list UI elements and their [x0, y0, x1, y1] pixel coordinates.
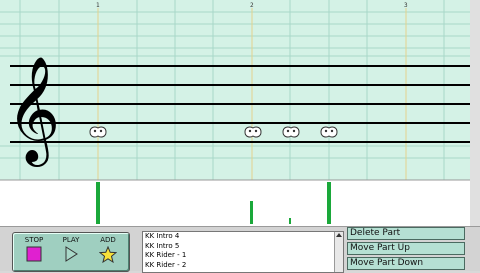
velocity-lane[interactable] [0, 180, 470, 226]
velocity-bar[interactable] [250, 201, 253, 224]
measure-number: 3 [404, 2, 408, 9]
move-part-down-button[interactable]: Move Part Down [347, 257, 465, 270]
scroll-up-arrow-icon[interactable] [336, 233, 342, 237]
play-icon [65, 246, 78, 262]
delete-part-button[interactable]: Delete Part [347, 227, 465, 240]
note[interactable] [89, 126, 107, 138]
note[interactable] [282, 126, 300, 138]
list-scrollbar[interactable] [334, 232, 343, 272]
list-item[interactable]: KK Intro 5 [145, 242, 343, 252]
velocity-bar[interactable] [96, 182, 100, 224]
stop-icon [26, 246, 42, 262]
list-item[interactable]: KK Rider - 2 [145, 261, 343, 271]
measure-number: 2 [250, 2, 254, 9]
stop-button[interactable]: STOP [17, 236, 51, 269]
list-item[interactable]: KK Intro 4 [145, 232, 343, 242]
list-item[interactable]: KK Rider - 1 [145, 251, 343, 261]
star-icon [99, 246, 117, 263]
transport-controls: STOP PLAY ADD [12, 232, 130, 272]
part-list[interactable]: KK Intro 4 KK Intro 5 KK Rider - 1 KK Ri… [142, 231, 344, 273]
treble-clef-icon: 𝄞 [6, 55, 60, 167]
stop-label: STOP [24, 236, 44, 244]
note[interactable] [244, 126, 262, 138]
note[interactable] [320, 126, 338, 138]
velocity-bar[interactable] [327, 182, 331, 224]
move-part-up-button[interactable]: Move Part Up [347, 242, 465, 255]
play-label: PLAY [62, 236, 80, 244]
velocity-bar[interactable] [289, 218, 291, 224]
add-label: ADD [100, 236, 116, 244]
measure-number: 1 [96, 2, 100, 9]
staff-area[interactable] [0, 0, 470, 180]
vertical-scrollbar[interactable] [470, 0, 480, 226]
control-panel: STOP PLAY ADD KK Intro 4 KK Intro 5 KK R… [0, 226, 480, 273]
add-button[interactable]: ADD [91, 236, 125, 269]
play-button[interactable]: PLAY [54, 236, 88, 269]
